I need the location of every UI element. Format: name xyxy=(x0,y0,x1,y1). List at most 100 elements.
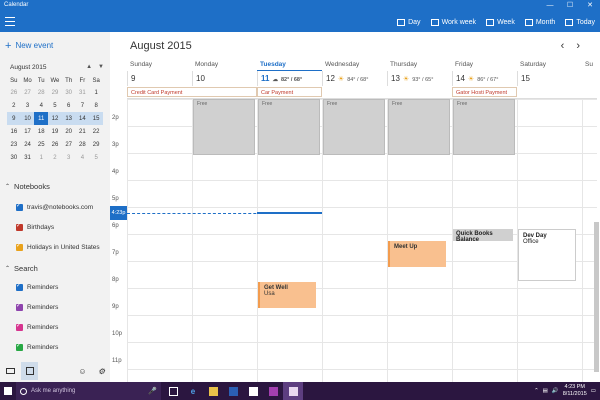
busy-block[interactable]: Free xyxy=(453,99,515,155)
hour-row[interactable] xyxy=(127,180,597,207)
calendar-item[interactable]: Reminders xyxy=(16,302,58,311)
onenote-button[interactable] xyxy=(263,382,283,400)
mini-day[interactable]: 24 xyxy=(21,138,35,151)
all-day-event[interactable]: Credit Card Payment xyxy=(127,87,257,97)
scrollbar[interactable] xyxy=(594,222,599,372)
busy-block[interactable]: Free xyxy=(258,99,320,155)
today-button[interactable]: Today xyxy=(560,12,600,32)
close-button[interactable]: ✕ xyxy=(580,0,600,12)
day-header[interactable]: 14 ☀ 86° / 67° xyxy=(452,71,517,86)
new-event-button[interactable]: + New event xyxy=(5,40,53,51)
hour-row[interactable] xyxy=(127,288,597,315)
mini-day[interactable]: 14 xyxy=(75,112,90,125)
month-view-button[interactable]: Month xyxy=(520,12,560,32)
mini-day[interactable]: 21 xyxy=(76,125,90,138)
feedback-button[interactable]: ☺ xyxy=(74,362,91,380)
calendar-item[interactable]: Birthdays xyxy=(16,222,54,231)
calendar-event[interactable]: Dev Day Office xyxy=(518,229,576,281)
calendar-item[interactable]: Holidays in United States xyxy=(16,242,100,251)
all-day-event[interactable]: Gator Hosti Payment xyxy=(452,87,517,97)
mini-day[interactable]: 1 xyxy=(34,151,48,164)
calendar-item[interactable]: Reminders xyxy=(16,322,58,331)
day-header[interactable]: 10 xyxy=(192,71,257,86)
maximize-button[interactable]: ☐ xyxy=(560,0,580,12)
calendar-event[interactable]: Quick Books Balance xyxy=(453,229,513,243)
calendar-app-button[interactable] xyxy=(283,382,303,400)
all-day-event[interactable]: Car Payment xyxy=(257,87,322,97)
mini-day[interactable]: 22 xyxy=(89,125,103,138)
mini-day[interactable]: 9 xyxy=(7,112,21,125)
busy-block[interactable]: Free xyxy=(323,99,385,155)
mini-day[interactable]: 3 xyxy=(62,151,76,164)
hour-row[interactable] xyxy=(127,369,597,382)
mini-day[interactable]: 30 xyxy=(7,151,21,164)
day-header[interactable]: 12 ☀ 84° / 68° xyxy=(322,71,387,86)
mini-day[interactable]: 1 xyxy=(89,86,103,99)
mini-day[interactable]: 2 xyxy=(7,99,21,112)
mini-day[interactable]: 23 xyxy=(7,138,21,151)
minimize-button[interactable]: — xyxy=(540,0,560,12)
day-header-today[interactable]: 11 ☁ 82° / 68° xyxy=(257,71,322,86)
start-button[interactable] xyxy=(0,382,16,400)
mini-day[interactable]: 4 xyxy=(34,99,48,112)
mini-day[interactable]: 28 xyxy=(76,138,90,151)
day-view-button[interactable]: Day xyxy=(392,12,425,32)
mini-day[interactable]: 26 xyxy=(48,138,62,151)
checkbox-icon[interactable] xyxy=(16,302,23,311)
mini-day[interactable]: 29 xyxy=(48,86,62,99)
checkbox-icon[interactable] xyxy=(16,222,23,231)
mini-day[interactable]: 19 xyxy=(48,125,62,138)
action-center-icon[interactable]: ▭ xyxy=(591,388,596,394)
mini-day[interactable]: 29 xyxy=(89,138,103,151)
mail-button[interactable] xyxy=(2,362,19,380)
chevron-right-icon[interactable]: › xyxy=(576,40,580,52)
mini-day[interactable]: 3 xyxy=(21,99,35,112)
mini-day[interactable]: 5 xyxy=(89,151,103,164)
work-week-view-button[interactable]: Work week xyxy=(426,12,482,32)
mini-day[interactable]: 2 xyxy=(48,151,62,164)
mini-day[interactable]: 30 xyxy=(62,86,76,99)
calendar-item[interactable]: travis@notebooks.com xyxy=(16,202,93,211)
calendar-event[interactable]: Meet Up xyxy=(388,241,446,267)
word-button[interactable] xyxy=(223,382,243,400)
hour-row[interactable] xyxy=(127,153,597,180)
checkbox-icon[interactable] xyxy=(16,322,23,331)
store-button[interactable] xyxy=(243,382,263,400)
calendar-item[interactable]: Reminders xyxy=(16,342,58,351)
notebooks-section-header[interactable]: ⌃ Notebooks xyxy=(5,182,50,191)
mini-day[interactable]: 17 xyxy=(21,125,35,138)
search-section-header[interactable]: ⌃ Search xyxy=(5,264,38,273)
chevron-up-icon[interactable]: ⌃ xyxy=(534,388,539,394)
mini-day[interactable]: 15 xyxy=(89,112,103,125)
mini-day[interactable]: 20 xyxy=(62,125,76,138)
volume-icon[interactable]: 🔊 xyxy=(552,388,559,394)
day-header[interactable]: 9 xyxy=(127,71,192,86)
checkbox-icon[interactable] xyxy=(16,242,23,251)
mini-day[interactable]: 7 xyxy=(76,99,90,112)
network-icon[interactable]: ▤ xyxy=(543,388,548,394)
microphone-icon[interactable]: 🎤 xyxy=(148,387,157,395)
checkbox-icon[interactable] xyxy=(16,282,23,291)
week-view-button[interactable]: Week xyxy=(481,12,520,32)
chevron-left-icon[interactable]: ‹ xyxy=(561,40,565,52)
checkbox-icon[interactable] xyxy=(16,202,23,211)
mini-day[interactable]: 8 xyxy=(89,99,103,112)
day-header[interactable]: 13 ☀ 93° / 65° xyxy=(387,71,452,86)
mini-day[interactable]: 4 xyxy=(76,151,90,164)
cortana-search-box[interactable]: Ask me anything 🎤 xyxy=(16,382,161,400)
mini-day[interactable]: 6 xyxy=(62,99,76,112)
mini-day[interactable]: 5 xyxy=(48,99,62,112)
checkbox-icon[interactable] xyxy=(16,342,23,351)
mini-day[interactable]: 10 xyxy=(20,112,35,125)
day-header[interactable]: 15 xyxy=(517,71,582,86)
task-view-button[interactable] xyxy=(163,382,183,400)
calendar-button[interactable] xyxy=(21,362,38,380)
mini-day[interactable]: 31 xyxy=(76,86,90,99)
calendar-event[interactable]: Get Well Usa xyxy=(258,282,316,308)
mini-day[interactable]: 13 xyxy=(61,112,76,125)
calendar-item[interactable]: Reminders xyxy=(16,282,58,291)
edge-button[interactable]: e xyxy=(183,382,203,400)
mini-day[interactable]: 27 xyxy=(62,138,76,151)
mini-day[interactable]: 28 xyxy=(34,86,48,99)
mini-day[interactable]: 25 xyxy=(34,138,48,151)
